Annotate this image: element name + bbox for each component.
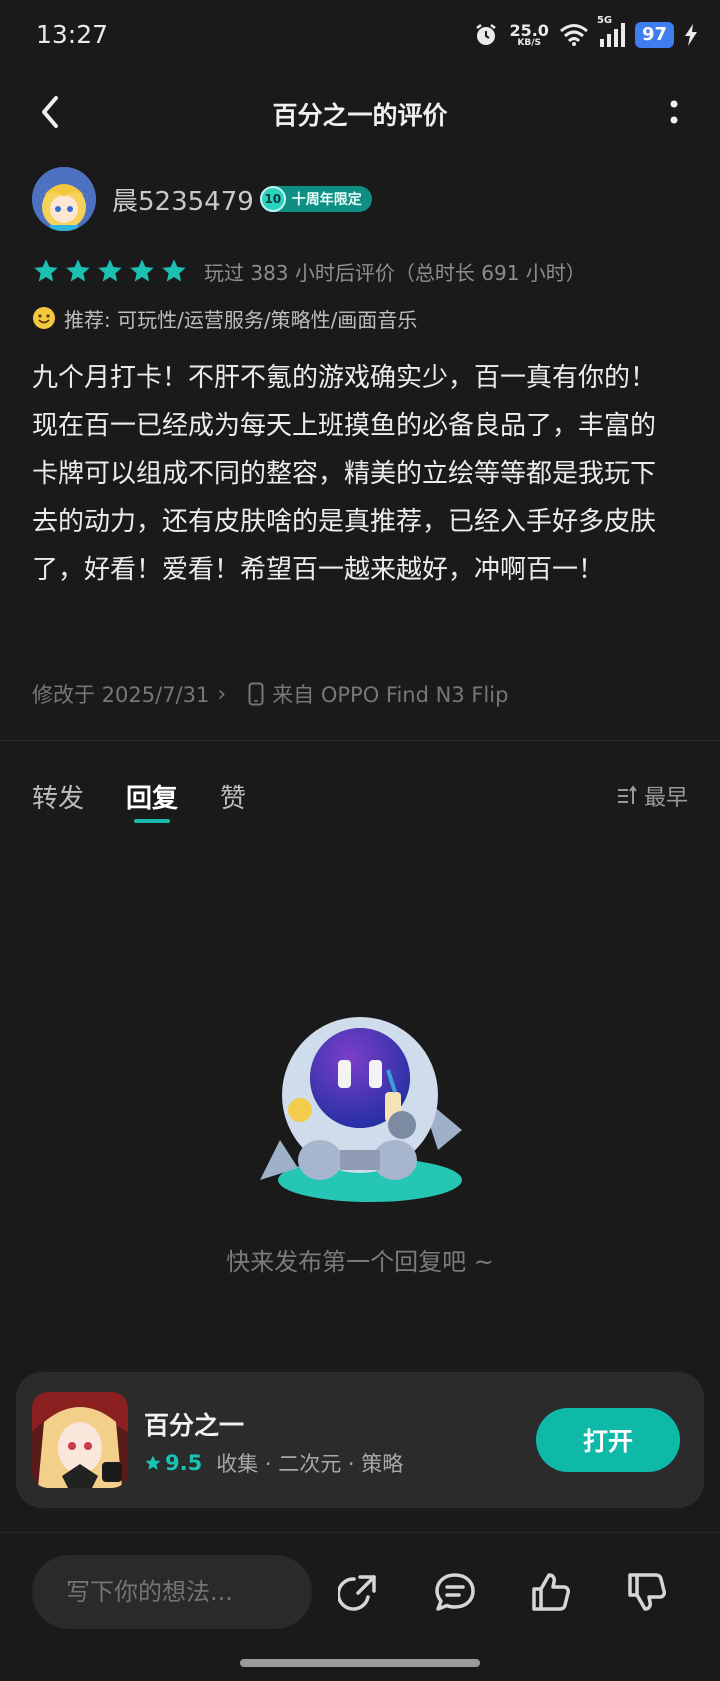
modified-date-link[interactable]: 修改于 2025/7/31 › — [32, 679, 226, 709]
home-indicator[interactable] — [240, 1659, 480, 1667]
status-icons: 25.0 KB/S 5G 97 — [473, 15, 698, 52]
status-bar: 13:27 25.0 KB/S 5G 97 — [0, 0, 720, 70]
play-time-info: 玩过 383 小时后评价（总时长 691 小时） — [204, 260, 586, 285]
star-icon — [66, 259, 90, 282]
game-cover-image — [32, 1392, 128, 1488]
tab-likes[interactable]: 赞 — [220, 778, 246, 815]
review-body: 九个月打卡！不肝不氪的游戏确实少，百一真有你的！现在百一已经成为每天上班摸鱼的必… — [32, 363, 657, 585]
like-button[interactable] — [528, 1569, 574, 1615]
rating-row: 玩过 383 小时后评价（总时长 691 小时） — [32, 254, 586, 288]
game-card[interactable]: 百分之一 9.5 收集 · 二次元 · 策略 打开 — [16, 1372, 704, 1508]
net-speed: 25.0 KB/S — [509, 20, 549, 48]
game-name[interactable]: 百分之一 — [144, 1406, 244, 1442]
net-speed-unit: KB/S — [517, 37, 541, 48]
comment-icon — [435, 1573, 475, 1611]
thumbs-up-icon — [532, 1573, 570, 1611]
anniversary-badge[interactable]: 10 十周年限定 — [259, 186, 372, 212]
star-icon — [34, 259, 58, 282]
status-time: 13:27 — [36, 20, 109, 49]
recommend-tags: 推荐: 可玩性/运营服务/策略性/画面音乐 — [64, 307, 418, 332]
author-row[interactable]: 晨5235479 10 十周年限定 — [32, 166, 372, 232]
sort-icon — [617, 785, 637, 804]
star-icon — [145, 1455, 161, 1470]
star-icon — [162, 259, 186, 282]
game-meta: 9.5 收集 · 二次元 · 策略 — [144, 1448, 403, 1478]
sort-button[interactable]: 最早 — [616, 778, 688, 814]
signal-icon — [599, 23, 625, 47]
charging-icon — [685, 24, 697, 46]
meta-row: 修改于 2025/7/31 › 来自 OPPO Find N3 Flip — [32, 676, 508, 712]
sort-label: 最早 — [643, 786, 688, 811]
empty-state-text: 快来发布第一个回复吧 ~ — [226, 1248, 494, 1276]
game-icon[interactable] — [32, 1392, 128, 1488]
avatar[interactable] — [32, 167, 96, 231]
more-vertical-icon — [670, 100, 678, 124]
wifi-icon — [559, 24, 588, 46]
device-name: 来自 OPPO Find N3 Flip — [272, 683, 509, 707]
avatar-image — [32, 167, 96, 231]
dislike-button[interactable] — [624, 1569, 670, 1615]
device-info: 来自 OPPO Find N3 Flip — [248, 679, 508, 709]
share-icon — [338, 1575, 376, 1611]
net-speed-value: 25.0 — [509, 20, 549, 40]
star-rating — [32, 257, 188, 285]
tab-forward[interactable]: 转发 — [32, 778, 84, 815]
recommend-row: 推荐: 可玩性/运营服务/策略性/画面音乐 — [32, 302, 417, 334]
nav-bar: 百分之一的评价 — [0, 78, 720, 148]
star-icon — [98, 259, 122, 282]
alarm-icon — [476, 24, 497, 45]
smile-emoji-icon — [33, 307, 55, 329]
badge-label: 十周年限定 — [291, 192, 362, 208]
comment-button[interactable] — [432, 1569, 478, 1615]
signal-label: 5G — [596, 15, 613, 26]
divider — [0, 740, 720, 741]
author-name[interactable]: 晨5235479 — [112, 181, 254, 218]
modified-date: 修改于 2025/7/31 — [32, 683, 210, 707]
game-score: 9.5 — [165, 1451, 203, 1475]
badge-level: 10 — [259, 186, 286, 212]
comment-input[interactable] — [32, 1555, 312, 1629]
bottom-action-bar — [0, 1532, 720, 1681]
open-game-button[interactable]: 打开 — [536, 1408, 680, 1472]
game-tags: 收集 · 二次元 · 策略 — [216, 1452, 404, 1476]
share-button[interactable] — [336, 1569, 382, 1615]
tab-replies[interactable]: 回复 — [126, 778, 178, 823]
battery-indicator: 97 — [634, 22, 674, 48]
empty-state-mascot-illustration — [260, 1017, 462, 1202]
more-options-button[interactable] — [654, 92, 694, 132]
signal: 5G — [597, 15, 625, 47]
chevron-right-icon: › — [217, 681, 227, 707]
phone-icon — [248, 682, 264, 706]
star-icon — [130, 259, 154, 282]
page-title: 百分之一的评价 — [272, 101, 448, 130]
tab-bar: 转发 回复 赞 — [32, 774, 288, 823]
thumbs-down-icon — [628, 1573, 666, 1611]
